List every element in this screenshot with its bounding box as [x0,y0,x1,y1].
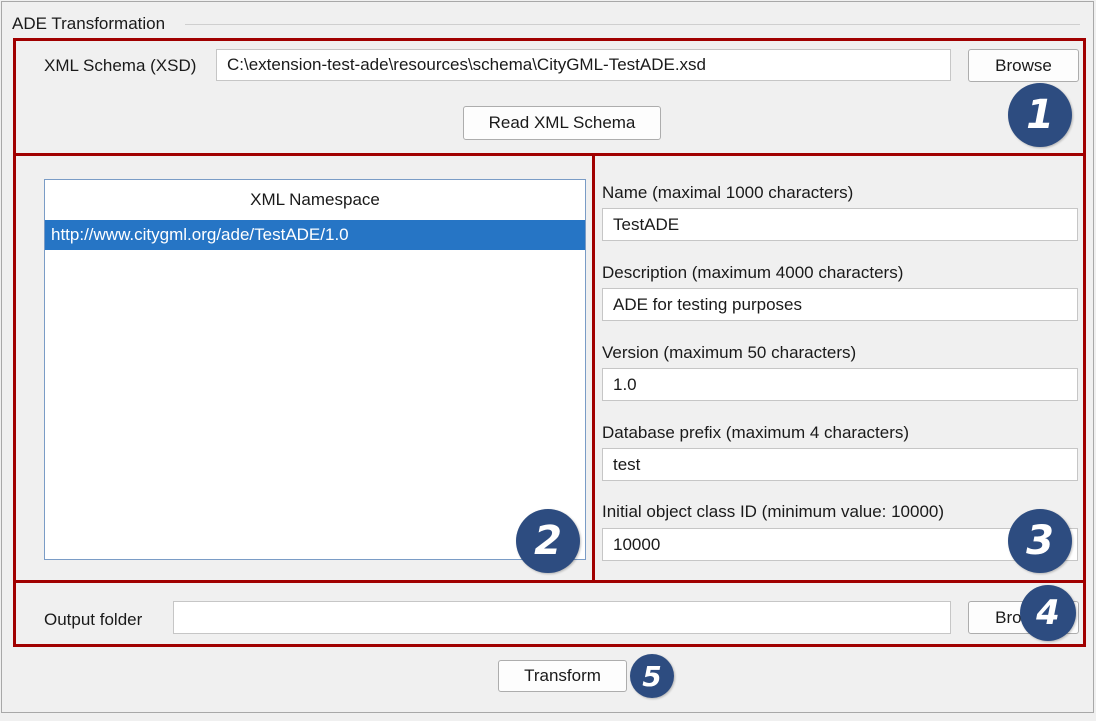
annotation-divider-2 [13,580,1086,583]
callout-badge-5: 5 [630,654,674,698]
callout-badge-2: 2 [516,509,580,573]
callout-badge-4: 4 [1020,585,1076,641]
callout-badge-1: 1 [1008,83,1072,147]
callout-badge-3: 3 [1008,509,1072,573]
transform-button[interactable]: Transform [498,660,627,692]
annotation-divider-1 [13,153,1086,156]
group-title: ADE Transformation [12,14,166,33]
annotation-divider-vertical [592,155,595,582]
group-title-divider [185,24,1080,25]
